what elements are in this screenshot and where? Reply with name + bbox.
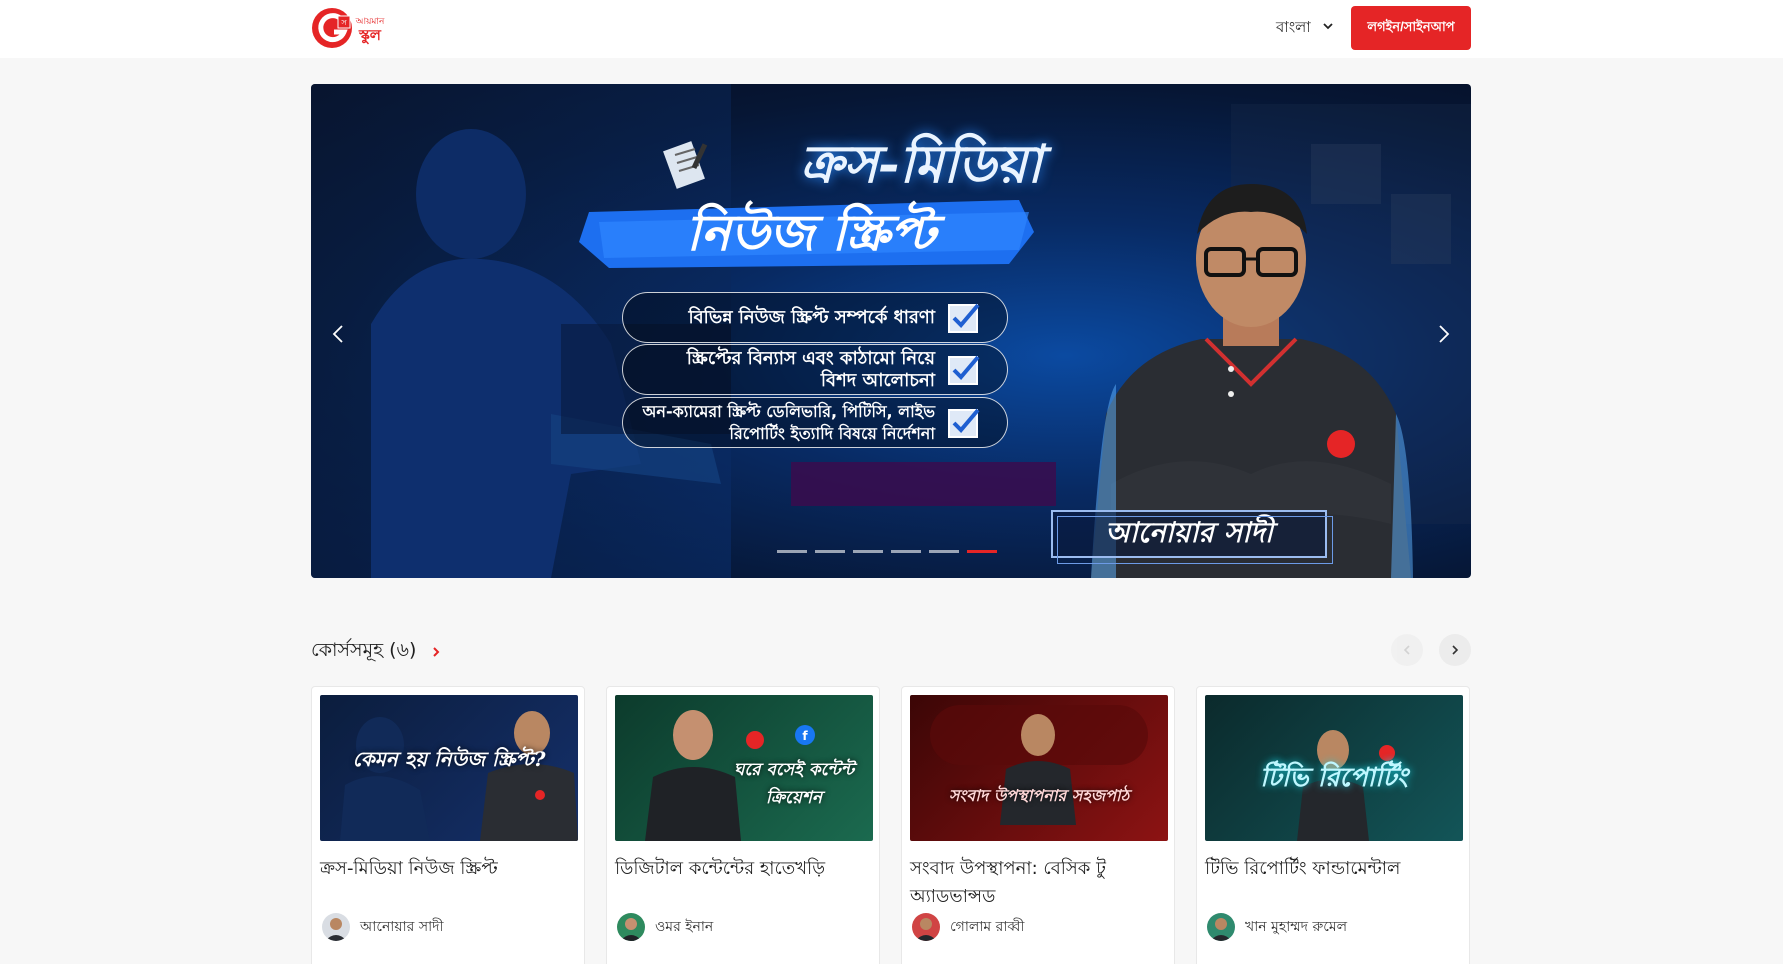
instructor-name: আনোয়ার সাদী xyxy=(360,919,444,935)
carousel-indicators xyxy=(777,550,997,553)
course-thumbnail[interactable]: কেমন হয় নিউজ স্ক্রিপ্ট? xyxy=(320,695,578,841)
course-instructor: আনোয়ার সাদী xyxy=(322,913,444,941)
course-instructor: গোলাম রাব্বী xyxy=(912,913,1024,941)
top-header: স আয়মান স্কুল বাংলা লগইন/সাইনআপ xyxy=(0,0,1783,58)
course-instructor: খান মুহাম্মদ রুমেল xyxy=(1207,913,1347,941)
checkbox-icon xyxy=(948,355,980,385)
course-thumbnail-text: ঘরে বসেই কন্টেন্ট ক্রিয়েশন xyxy=(733,760,855,808)
courses-section-label: কোর্সসমূহ (৬) xyxy=(311,639,417,661)
course-thumbnail[interactable]: সংবাদ উপস্থাপনার সহজপাঠ xyxy=(910,695,1168,841)
courses-section-heading[interactable]: কোর্সসমূহ (৬) xyxy=(311,636,442,668)
courses-prev-button[interactable] xyxy=(1391,634,1423,666)
svg-text:স: স xyxy=(340,18,347,27)
carousel-prev-button[interactable] xyxy=(321,316,357,352)
course-card[interactable]: কেমন হয় নিউজ স্ক্রিপ্ট? ক্রস-মিডিয়া নি… xyxy=(311,686,585,964)
banner-point-text: বিভিন্ন নিউজ স্ক্রিপ্ট সম্পর্কে ধারণা xyxy=(688,306,935,328)
banner-point-text: অন-ক্যামেরা স্ক্রিপ্ট ডেলিভারি, পিটিসি, … xyxy=(642,401,935,443)
course-thumbnail[interactable]: f ঘরে বসেই কন্টেন্ট ক্রিয়েশন xyxy=(615,695,873,841)
svg-text:স্কুল: স্কুল xyxy=(358,26,382,44)
courses-next-button[interactable] xyxy=(1439,634,1471,666)
carousel-dot-active[interactable] xyxy=(967,550,997,553)
instructor-name: গোলাম রাব্বী xyxy=(950,919,1025,935)
chevron-down-icon xyxy=(1321,19,1335,37)
carousel-dot[interactable] xyxy=(929,550,959,553)
language-label: বাংলা xyxy=(1276,17,1311,36)
site-logo[interactable]: স আয়মান স্কুল xyxy=(310,6,390,50)
instructor-avatar xyxy=(1207,913,1235,941)
course-card[interactable]: টিভি রিপোর্টিং টিভি রিপোর্টিং ফান্ডামেন্… xyxy=(1196,686,1470,964)
course-thumbnail-text: টিভি রিপোর্টিং xyxy=(1260,763,1408,793)
chevron-right-icon xyxy=(1452,645,1459,655)
banner-point-1: বিভিন্ন নিউজ স্ক্রিপ্ট সম্পর্কে ধারণা xyxy=(622,292,1008,343)
hero-carousel: ক্রস-মিডিয়া নিউজ স্ক্রিপ্ট বিভিন্ন নিউজ… xyxy=(311,84,1471,578)
course-card[interactable]: f ঘরে বসেই কন্টেন্ট ক্রিয়েশন ডিজিটাল কন… xyxy=(606,686,880,964)
carousel-dot[interactable] xyxy=(891,550,921,553)
checkbox-icon xyxy=(948,408,980,438)
course-thumbnail-art xyxy=(930,705,1148,825)
course-thumbnail[interactable]: টিভি রিপোর্টিং xyxy=(1205,695,1463,841)
svg-text:f: f xyxy=(802,729,808,743)
course-title[interactable]: টিভি রিপোর্টিং ফান্ডামেন্টাল xyxy=(1205,855,1463,883)
checkbox-icon xyxy=(948,303,980,333)
chevron-right-icon xyxy=(433,647,440,657)
course-card[interactable]: সংবাদ উপস্থাপনার সহজপাঠ সংবাদ উপস্থাপনা:… xyxy=(901,686,1175,964)
login-signup-button[interactable]: লগইন/সাইনআপ xyxy=(1351,6,1471,50)
course-thumbnail-text: সংবাদ উপস্থাপনার সহজপাঠ xyxy=(948,786,1130,805)
carousel-dot[interactable] xyxy=(853,550,883,553)
instructor-avatar xyxy=(617,913,645,941)
language-selector[interactable]: বাংলা xyxy=(1276,16,1335,40)
carousel-dot[interactable] xyxy=(777,550,807,553)
course-thumbnail-text: কেমন হয় নিউজ স্ক্রিপ্ট? xyxy=(352,747,546,771)
course-card-list: কেমন হয় নিউজ স্ক্রিপ্ট? ক্রস-মিডিয়া নি… xyxy=(311,686,1471,964)
course-title[interactable]: ক্রস-মিডিয়া নিউজ স্ক্রিপ্ট xyxy=(320,855,578,883)
paper-pen-icon xyxy=(663,141,708,189)
banner-title-line2: নিউজ স্ক্রিপ্ট xyxy=(686,203,936,262)
instructor-name: খান মুহাম্মদ রুমেল xyxy=(1245,919,1348,935)
banner-instructor-name: আনোয়ার সাদী xyxy=(1051,510,1333,564)
course-title[interactable]: ডিজিটাল কন্টেন্টের হাতেখড়ি xyxy=(615,855,873,883)
course-instructor: ওমর ইনান xyxy=(617,913,713,941)
banner-point-3: অন-ক্যামেরা স্ক্রিপ্ট ডেলিভারি, পিটিসি, … xyxy=(622,397,1008,448)
carousel-dot[interactable] xyxy=(815,550,845,553)
chevron-right-icon xyxy=(1439,325,1450,343)
chevron-left-icon xyxy=(332,325,343,343)
instructor-name: ওমর ইনান xyxy=(655,919,714,935)
banner-point-text: স্ক্রিপ্টের বিন্যাস এবং কাঠামো নিয়ে বিশ… xyxy=(686,347,935,391)
chevron-left-icon xyxy=(1403,645,1410,655)
banner-point-2: স্ক্রিপ্টের বিন্যাস এবং কাঠামো নিয়ে বিশ… xyxy=(622,344,1008,395)
banner-decoration-bar xyxy=(791,462,1056,506)
instructor-avatar xyxy=(322,913,350,941)
carousel-next-button[interactable] xyxy=(1425,316,1461,352)
course-title[interactable]: সংবাদ উপস্থাপনা: বেসিক টু অ্যাডভান্সড xyxy=(910,855,1168,911)
instructor-avatar xyxy=(912,913,940,941)
